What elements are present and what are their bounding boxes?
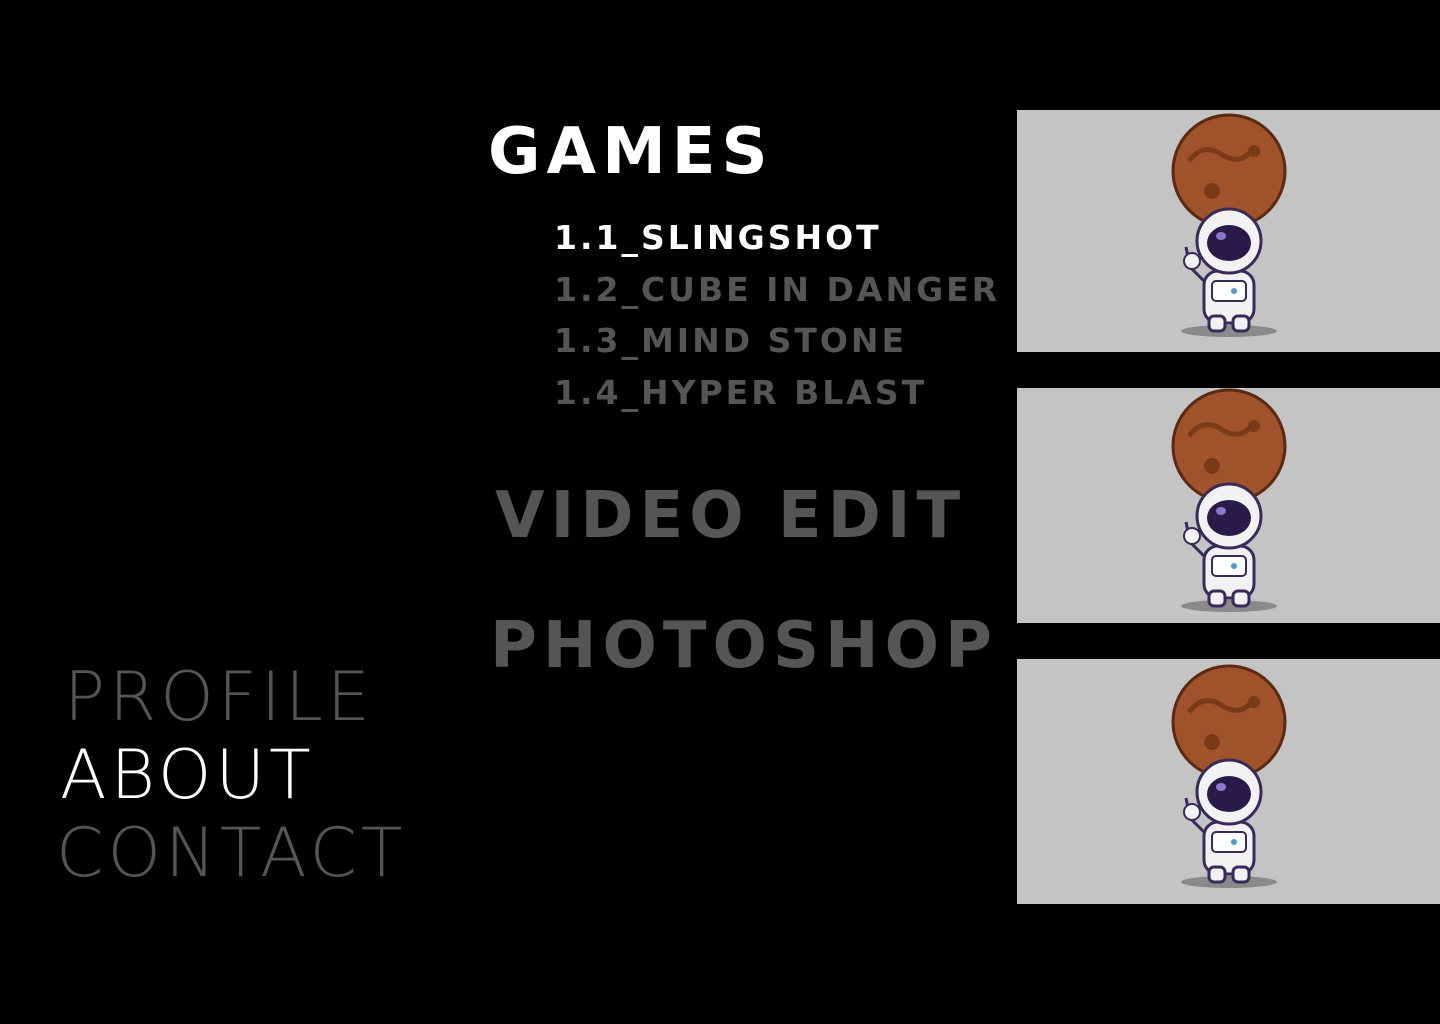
thumbnail-3[interactable] [1017,659,1440,904]
nav-contact[interactable]: CONTACT [56,820,406,888]
thumbnail-1[interactable] [1017,110,1440,352]
nav-about[interactable]: ABOUT [60,742,315,810]
game-item-mind-stone[interactable]: 1.3_MIND STONE [554,324,907,357]
category-games[interactable]: GAMES [488,120,774,184]
game-item-slingshot[interactable]: 1.1_SLINGSHOT [554,221,882,254]
category-photoshop[interactable]: PHOTOSHOP [490,614,998,678]
game-item-hyper-blast[interactable]: 1.4_HYPER BLAST [554,376,927,409]
game-item-cube-in-danger[interactable]: 1.2_CUBE IN DANGER [554,273,1000,306]
thumbnail-2[interactable] [1017,388,1440,623]
nav-profile[interactable]: PROFILE [64,664,374,732]
category-video-edit[interactable]: VIDEO EDIT [495,484,966,548]
